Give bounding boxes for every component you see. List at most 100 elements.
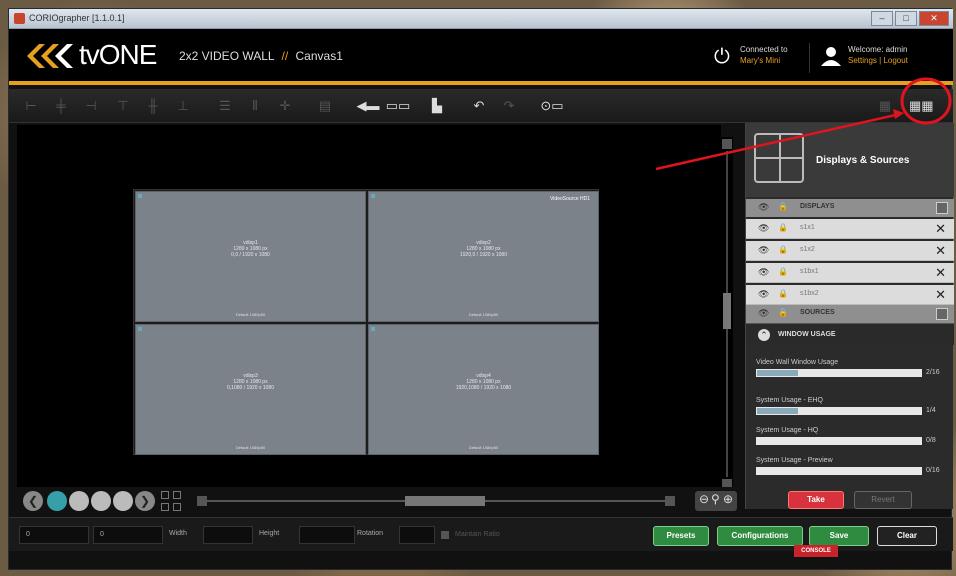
display-row[interactable]: 👁 🔒 s1x2 ✕ xyxy=(746,241,954,261)
window-usage-header[interactable]: ⌃ WINDOW USAGE xyxy=(746,323,954,345)
presets-button[interactable]: Presets xyxy=(653,526,709,546)
lock-icon[interactable]: 🔒 xyxy=(778,308,788,317)
display-row[interactable]: 👁 🔒 s1bx2 ✕ xyxy=(746,285,954,305)
usage-label: System Usage - Preview xyxy=(756,457,833,464)
width-input[interactable] xyxy=(203,526,253,544)
height-input[interactable] xyxy=(299,526,355,544)
lock-icon[interactable]: 🔒 xyxy=(778,289,788,298)
remove-icon[interactable]: ✕ xyxy=(935,287,946,303)
project-name: 2x2 VIDEO WALL xyxy=(179,49,275,63)
remove-icon[interactable]: ✕ xyxy=(935,243,946,259)
next-canvas-icon[interactable]: ❯ xyxy=(135,491,155,511)
close-window-button[interactable]: ✕ xyxy=(919,11,949,26)
remove-icon[interactable]: ✕ xyxy=(935,265,946,281)
preview-icon[interactable]: ⊙▭ xyxy=(539,96,565,116)
displays-sources-toggle-icon[interactable]: ▦▦ xyxy=(909,96,934,116)
grid-view-icon[interactable] xyxy=(161,503,169,511)
lock-icon[interactable]: 🔒 xyxy=(778,223,788,232)
send-backward-icon[interactable]: ▭▭ xyxy=(385,96,411,116)
y-field[interactable]: 0 xyxy=(93,526,163,544)
eye-icon[interactable]: 👁 xyxy=(758,202,769,213)
align-top-icon[interactable]: ⊤ xyxy=(113,96,133,116)
lock-icon[interactable]: 🔒 xyxy=(778,267,788,276)
collapse-icon[interactable]: ⌃ xyxy=(758,329,770,341)
lock-icon[interactable]: 🔒 xyxy=(778,202,788,211)
display-row[interactable]: 👁 🔒 s1x1 ✕ xyxy=(746,219,954,239)
canvas-area[interactable]: vdisp1 1280 x 1080 px 0,0 / 1920 x 1080 … xyxy=(17,125,721,497)
width-field[interactable]: Width xyxy=(169,526,269,544)
maximize-button[interactable]: □ xyxy=(895,11,917,26)
zoom-controls: ⊖ ⚲ ⊕ xyxy=(695,491,737,511)
connection-status[interactable]: ⏻ Connected to Mary's Mini xyxy=(714,43,814,73)
scroll-thumb[interactable] xyxy=(723,293,731,329)
zoom-fit-icon[interactable]: ⚲ xyxy=(711,492,720,506)
settings-logout-links[interactable]: Settings | Logout xyxy=(848,56,908,65)
canvas-page-dot[interactable] xyxy=(47,491,67,511)
console-button[interactable]: CONSOLE xyxy=(794,545,838,557)
zoom-out-icon[interactable]: ⊖ xyxy=(699,492,709,506)
eye-icon[interactable]: 👁 xyxy=(758,245,769,256)
height-field[interactable]: Height xyxy=(259,526,359,544)
wall-cell-3[interactable]: vdisp3 1280 x 1080 px 0,1080 / 1920 x 10… xyxy=(135,324,366,455)
fill-icon[interactable]: ▤ xyxy=(315,96,335,116)
vertical-scrollbar[interactable] xyxy=(721,137,733,493)
usage-value: 1/4 xyxy=(926,407,936,414)
distribute-horizontal-icon[interactable]: ☰ xyxy=(215,96,235,116)
revert-button[interactable]: Revert xyxy=(854,491,912,509)
lock-icon[interactable]: 🔒 xyxy=(778,245,788,254)
bring-forward-icon[interactable]: ◀▬ xyxy=(355,96,381,116)
grid-view-icon[interactable] xyxy=(173,491,181,499)
canvas-page-dot[interactable] xyxy=(113,491,133,511)
displays-section-header[interactable]: 👁 🔒 DISPLAYS xyxy=(746,199,954,217)
redo-icon[interactable]: ↷ xyxy=(499,96,519,116)
align-bottom-icon[interactable]: ⊥ xyxy=(173,96,193,116)
sources-section-header[interactable]: 👁 🔒 SOURCES xyxy=(746,305,954,323)
grid-view-icon[interactable] xyxy=(173,503,181,511)
panel-toggle-icon[interactable]: ▦ xyxy=(875,96,895,116)
eye-icon[interactable]: 👁 xyxy=(758,308,769,319)
displays-sources-panel: Displays & Sources 👁 🔒 DISPLAYS 👁 🔒 s1x1… xyxy=(745,123,954,509)
scroll-left-button[interactable] xyxy=(197,496,207,506)
wall-cell-1[interactable]: vdisp1 1280 x 1080 px 0,0 / 1920 x 1080 … xyxy=(135,191,366,322)
rotation-input[interactable] xyxy=(399,526,435,544)
add-display-button[interactable] xyxy=(936,202,948,214)
rotation-field[interactable]: Rotation xyxy=(357,526,437,544)
zoom-in-icon[interactable]: ⊕ xyxy=(723,492,733,506)
eye-icon[interactable]: 👁 xyxy=(758,289,769,300)
remove-icon[interactable]: ✕ xyxy=(935,221,946,237)
horizontal-scrollbar[interactable] xyxy=(197,496,675,506)
align-middle-icon[interactable]: ╫ xyxy=(143,96,163,116)
display-row[interactable]: 👁 🔒 s1bx1 ✕ xyxy=(746,263,954,283)
x-field[interactable]: 0 xyxy=(19,526,89,544)
layers-icon[interactable]: ▙ xyxy=(427,96,447,116)
video-wall[interactable]: vdisp1 1280 x 1080 px 0,0 / 1920 x 1080 … xyxy=(133,189,599,455)
minimize-button[interactable]: – xyxy=(871,11,893,26)
window-controls: – □ ✕ xyxy=(871,11,949,26)
scroll-right-button[interactable] xyxy=(665,496,675,506)
add-source-button[interactable] xyxy=(936,308,948,320)
align-left-icon[interactable]: ⊢ xyxy=(21,96,41,116)
scroll-thumb[interactable] xyxy=(405,496,485,506)
usage-bar xyxy=(756,467,922,475)
grid-view-icon[interactable] xyxy=(161,491,169,499)
canvas-page-dot[interactable] xyxy=(91,491,111,511)
undo-icon[interactable]: ↶ xyxy=(469,96,489,116)
take-button[interactable]: Take xyxy=(788,491,844,509)
eye-icon[interactable]: 👁 xyxy=(758,223,769,234)
maintain-ratio-checkbox[interactable] xyxy=(441,531,449,539)
prev-canvas-icon[interactable]: ❮ xyxy=(23,491,43,511)
cell-line: 0,0 / 1920 x 1080 xyxy=(231,252,270,258)
wall-cell-2[interactable]: VideoSource HD1 vdisp2 1280 x 1080 px 19… xyxy=(368,191,599,322)
canvas-page-dot[interactable] xyxy=(69,491,89,511)
configurations-button[interactable]: Configurations xyxy=(717,526,803,546)
center-icon[interactable]: ✛ xyxy=(275,96,295,116)
clear-button[interactable]: Clear xyxy=(877,526,937,546)
eye-icon[interactable]: 👁 xyxy=(758,267,769,278)
save-button[interactable]: Save xyxy=(809,526,869,546)
align-right-icon[interactable]: ⊣ xyxy=(81,96,101,116)
align-center-icon[interactable]: ╪ xyxy=(51,96,71,116)
cell-footer: Default 1080p60 xyxy=(235,445,266,450)
scroll-up-button[interactable] xyxy=(722,139,732,149)
distribute-vertical-icon[interactable]: ⦀ xyxy=(245,96,265,116)
wall-cell-4[interactable]: vdisp4 1280 x 1080 px 1920,1080 / 1920 x… xyxy=(368,324,599,455)
